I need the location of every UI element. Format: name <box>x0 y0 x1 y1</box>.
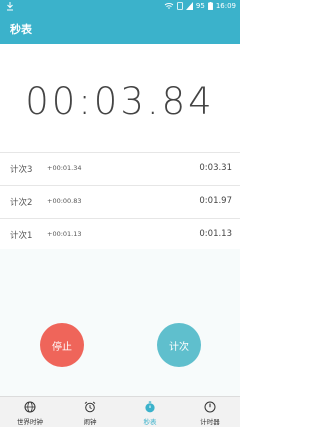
app-header: 秒表 <box>0 14 240 44</box>
controls-area: 停止 计次 <box>0 249 240 396</box>
lap-list: 计次3 +00:01.34 0:03.31 计次2 +00:00.83 0:01… <box>0 152 240 252</box>
lap-label: 计次3 <box>10 165 33 175</box>
stopwatch-icon <box>144 401 156 415</box>
nav-item-stopwatch[interactable]: 秒表 <box>120 397 180 427</box>
lap-button[interactable]: 计次 <box>157 323 201 367</box>
bottom-nav: 世界时钟 闹钟 秒表 计时器 <box>0 396 240 427</box>
nav-label: 计时器 <box>200 418 220 426</box>
lap-label: 计次2 <box>10 198 33 208</box>
signal-icon <box>185 2 193 10</box>
stop-button[interactable]: 停止 <box>40 323 84 367</box>
lap-total: 0:01.13 <box>199 229 232 239</box>
lap-row: 计次2 +00:00.83 0:01.97 <box>0 186 240 219</box>
nav-label: 闹钟 <box>83 418 97 426</box>
status-bar: 95 16:09 <box>0 0 240 14</box>
battery-icon <box>207 2 213 10</box>
wifi-icon <box>164 2 174 10</box>
nav-item-timer[interactable]: 计时器 <box>180 397 240 427</box>
alarm-icon <box>84 401 96 415</box>
lap-diff: +00:01.13 <box>47 230 82 238</box>
battery-level: 95 <box>195 2 205 10</box>
nav-label: 世界时钟 <box>17 418 43 426</box>
lap-diff: +00:00.83 <box>47 197 82 205</box>
sim-icon <box>176 2 183 10</box>
status-time: 16:09 <box>215 2 236 10</box>
timer-icon <box>204 401 216 415</box>
download-icon <box>6 2 14 11</box>
lap-row: 计次3 +00:01.34 0:03.31 <box>0 153 240 186</box>
lap-total: 0:01.97 <box>199 196 232 206</box>
nav-item-alarm[interactable]: 闹钟 <box>60 397 120 427</box>
lap-diff: +00:01.34 <box>47 164 82 172</box>
nav-item-world-clock[interactable]: 世界时钟 <box>0 397 60 427</box>
lap-row: 计次1 +00:01.13 0:01.13 <box>0 219 240 252</box>
lap-total: 0:03.31 <box>199 163 232 173</box>
stopwatch-display: 00:03.84 <box>25 80 215 123</box>
page-title: 秒表 <box>10 23 32 36</box>
lap-label: 计次1 <box>10 231 33 241</box>
globe-icon <box>24 401 36 415</box>
nav-label: 秒表 <box>143 418 157 426</box>
